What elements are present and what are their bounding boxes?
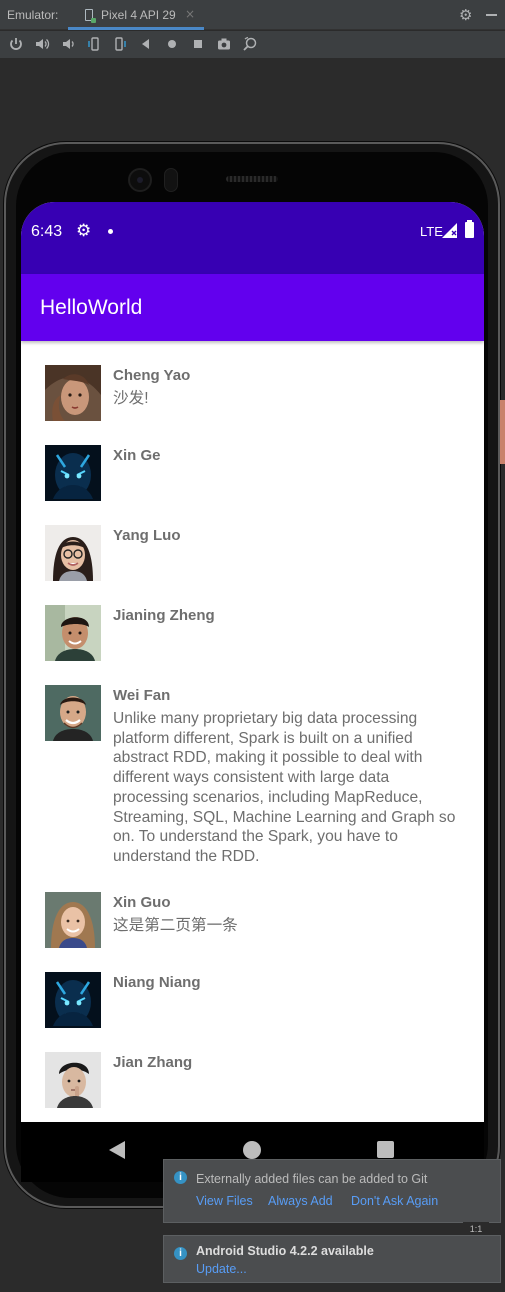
contact-name: Cheng Yao — [113, 367, 191, 384]
contact-list[interactable]: Cheng Yao 沙发! Xin Ge Yang Luo Jianing Zh… — [21, 341, 484, 1122]
face-sensor — [164, 168, 178, 192]
zoom-icon[interactable] — [242, 36, 258, 52]
app-title: HelloWorld — [40, 296, 143, 319]
signal-icon — [442, 223, 457, 238]
avatar — [45, 365, 101, 421]
status-bar: 6:43 ⚙ LTE — [21, 202, 484, 274]
info-icon: i — [174, 1247, 187, 1260]
contact-message: 沙发! — [113, 390, 149, 407]
avatar — [45, 445, 101, 501]
rotate-left-icon[interactable] — [86, 36, 102, 52]
power-icon[interactable] — [8, 36, 24, 52]
emulator-titlebar: Emulator: Pixel 4 API 29 × ⚙ — [0, 0, 505, 30]
status-time: 6:43 — [31, 223, 63, 240]
update-notification: i Android Studio 4.2.2 available Update.… — [163, 1235, 501, 1283]
dont-ask-again-link[interactable]: Don't Ask Again — [351, 1194, 438, 1208]
rotate-right-icon[interactable] — [112, 36, 128, 52]
status-settings-icon: ⚙ — [76, 221, 92, 241]
contact-name: Xin Guo — [113, 894, 171, 911]
notification-dot-icon — [108, 229, 113, 234]
minimize-icon[interactable] — [486, 14, 497, 16]
network-type: LTE — [420, 224, 443, 239]
app-toolbar: HelloWorld — [21, 274, 484, 341]
contact-name: Jianing Zheng — [113, 607, 215, 624]
avatar — [45, 525, 101, 581]
emulator-label: Emulator: — [7, 8, 59, 22]
contact-message: Unlike many proprietary big data process… — [113, 710, 456, 865]
zoom-ratio-label[interactable]: 1:1 — [463, 1222, 489, 1236]
info-icon: i — [174, 1171, 187, 1184]
device-tab[interactable]: Pixel 4 API 29 × — [68, 0, 204, 30]
back-icon[interactable] — [138, 36, 154, 52]
overview-icon[interactable] — [190, 36, 206, 52]
contact-name: Wei Fan — [113, 687, 171, 704]
home-icon[interactable] — [164, 36, 180, 52]
contact-name: Jian Zhang — [113, 1054, 193, 1071]
avatar — [45, 1052, 101, 1108]
nav-home-icon[interactable] — [243, 1141, 261, 1159]
contact-message: 这是第二页第一条 — [113, 917, 238, 934]
screenshot-icon[interactable] — [216, 36, 232, 52]
nav-back-icon[interactable] — [109, 1141, 125, 1159]
avatar — [45, 972, 101, 1028]
volume-down-icon[interactable] — [60, 36, 76, 52]
update-title: Android Studio 4.2.2 available — [196, 1244, 374, 1258]
git-notification-text: Externally added files can be added to G… — [196, 1172, 428, 1186]
volume-up-icon[interactable] — [34, 36, 50, 52]
contact-name: Yang Luo — [113, 527, 181, 544]
contact-name: Xin Ge — [113, 447, 161, 464]
device-tab-label: Pixel 4 API 29 — [101, 8, 176, 22]
device-phone-icon — [85, 9, 96, 23]
always-add-link[interactable]: Always Add — [268, 1194, 333, 1208]
contact-name: Niang Niang — [113, 974, 201, 991]
avatar — [45, 605, 101, 661]
avatar — [45, 892, 101, 948]
emulator-toolbar — [0, 31, 505, 58]
device-screen: 6:43 ⚙ LTE HelloWorld Cheng Yao 沙发! Xin … — [21, 202, 484, 1122]
avatar — [45, 685, 101, 741]
settings-gear-icon[interactable]: ⚙ — [459, 6, 472, 24]
battery-icon — [465, 220, 474, 238]
side-panel-handle[interactable] — [500, 400, 505, 464]
tab-close-icon[interactable]: × — [185, 7, 195, 21]
earpiece-speaker — [226, 176, 278, 182]
view-files-link[interactable]: View Files — [196, 1194, 253, 1208]
nav-recents-icon[interactable] — [377, 1141, 394, 1158]
front-camera — [128, 168, 152, 192]
update-link[interactable]: Update... — [196, 1262, 247, 1276]
git-notification: i Externally added files can be added to… — [163, 1159, 501, 1223]
